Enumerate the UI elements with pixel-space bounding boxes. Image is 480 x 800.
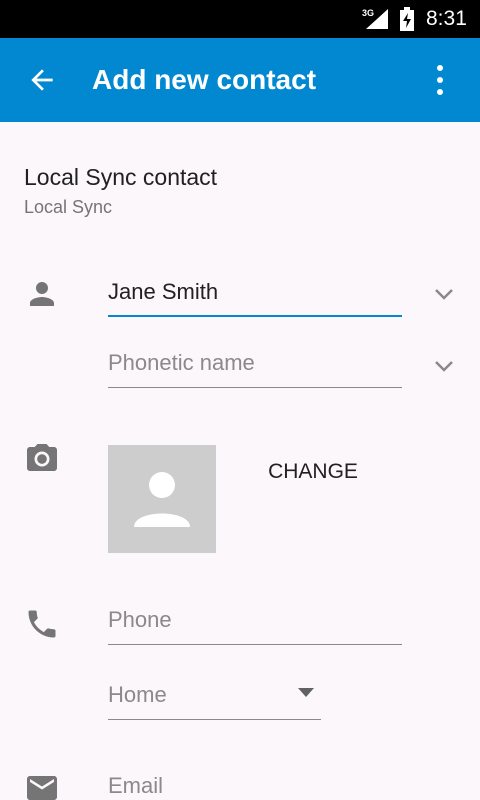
phonetic-name-placeholder: Phonetic name (108, 350, 255, 375)
phone-field[interactable]: Phone (108, 599, 402, 645)
back-arrow-icon[interactable] (26, 64, 58, 96)
signal-icon (366, 9, 388, 29)
phone-type-dropdown[interactable]: Home (108, 674, 321, 720)
email-icon (24, 770, 60, 800)
avatar-icon (134, 472, 190, 527)
camera-icon (24, 441, 60, 477)
more-options-icon[interactable] (424, 62, 456, 98)
person-icon (24, 276, 60, 312)
contact-photo-placeholder[interactable] (108, 445, 216, 553)
phone-placeholder: Phone (108, 607, 172, 632)
status-bar: 3G 8:31 (0, 0, 480, 38)
name-field-value: Jane Smith (108, 279, 219, 304)
phonetic-name-field[interactable]: Phonetic name (108, 342, 402, 388)
clock: 8:31 (426, 7, 467, 30)
name-field[interactable]: Jane Smith (108, 271, 402, 317)
phone-icon (24, 606, 60, 642)
email-field[interactable]: Email (108, 765, 402, 800)
email-placeholder: Email (108, 773, 164, 798)
account-type: Local Sync (24, 197, 113, 217)
expand-phonetic-chevron-icon[interactable] (430, 356, 458, 376)
app-bar: Add new contact (0, 38, 480, 122)
page-title: Add new contact (92, 64, 317, 95)
expand-name-chevron-icon[interactable] (430, 284, 458, 304)
phone-type-selected: Home (108, 682, 167, 707)
battery-charging-icon (400, 7, 414, 31)
dropdown-arrow-icon (298, 688, 314, 697)
account-name: Local Sync contact (24, 164, 218, 190)
change-photo-button[interactable]: CHANGE (256, 454, 370, 490)
